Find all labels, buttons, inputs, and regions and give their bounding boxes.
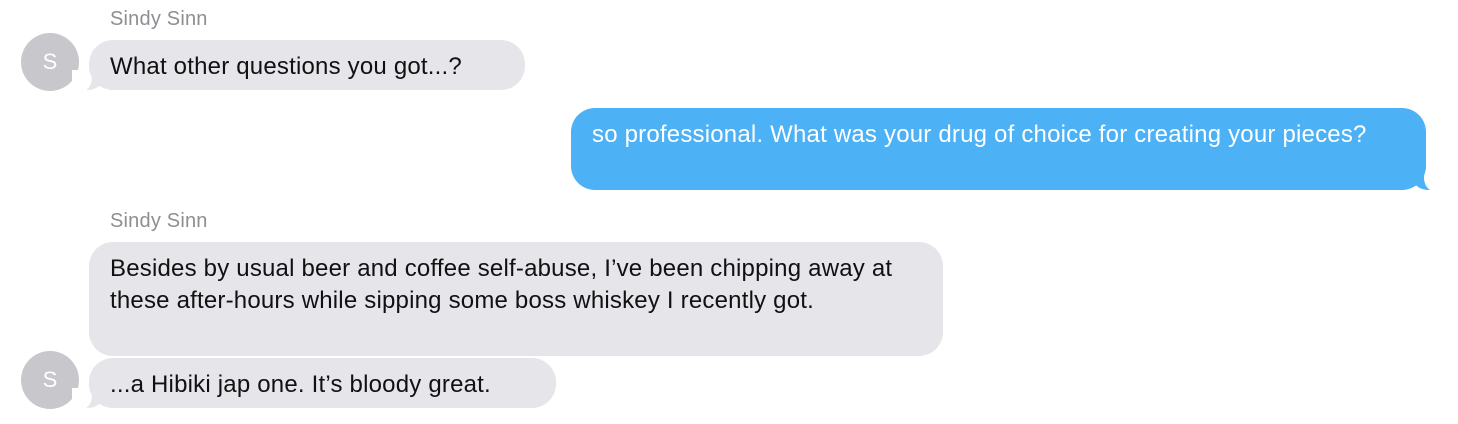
outgoing-message-bubble[interactable]: so professional. What was your drug of c… (571, 108, 1426, 190)
message-text: Besides by usual beer and coffee self-ab… (110, 255, 893, 314)
message-text: ...a Hibiki jap one. It’s bloody great. (110, 371, 491, 398)
avatar[interactable]: S (21, 33, 79, 91)
avatar-initial: S (42, 367, 58, 392)
sender-name: Sindy Sinn (110, 8, 208, 30)
message-text: What other questions you got...? (110, 53, 462, 80)
message-text: so professional. What was your drug of c… (592, 121, 1367, 148)
sender-name: Sindy Sinn (110, 210, 208, 232)
avatar-initial: S (42, 49, 58, 74)
incoming-message-bubble[interactable]: Besides by usual beer and coffee self-ab… (89, 242, 943, 356)
avatar[interactable]: S (21, 351, 79, 409)
incoming-message-bubble[interactable]: What other questions you got...? (89, 40, 525, 90)
incoming-message-bubble[interactable]: ...a Hibiki jap one. It’s bloody great. (89, 358, 556, 408)
